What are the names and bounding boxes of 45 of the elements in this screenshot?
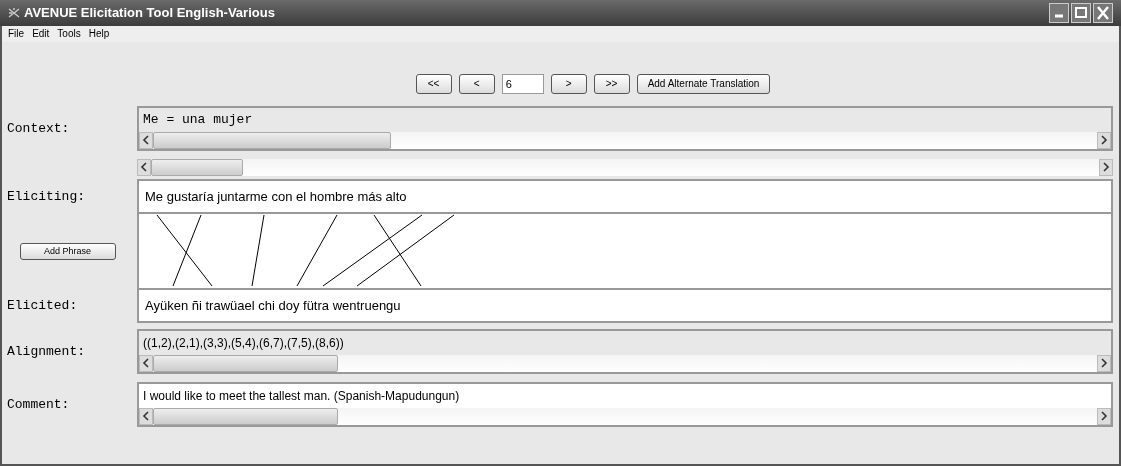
field-label: Alignment: [6, 342, 86, 361]
add-phrase-button[interactable]: Add Phrase [19, 242, 116, 260]
scroll-left-icon[interactable] [139, 132, 153, 149]
nav-button[interactable]: > [550, 74, 587, 94]
scroll-right-icon[interactable] [1097, 408, 1111, 425]
text-area[interactable]: ((1,2),(2,1),(3,3),(5,4),(6,7),(7,5),(8,6)) [137, 329, 1113, 374]
scroll-left-icon[interactable] [139, 355, 153, 372]
menu-item[interactable]: File [8, 29, 25, 39]
field-text: ((1,2),(2,1),(3,3),(5,4),(6,7),(7,5),(8,6)) [142, 335, 345, 352]
text-area[interactable]: Me = una mujer [137, 106, 1113, 151]
scroll-right-icon[interactable] [1097, 132, 1111, 149]
scroll-right-icon[interactable] [1099, 159, 1113, 176]
close-icon[interactable] [1093, 3, 1113, 23]
scroll-thumb[interactable] [153, 132, 391, 149]
minimize-icon[interactable] [1049, 3, 1069, 23]
menu-item[interactable]: Tools [57, 29, 81, 39]
window-title: AVENUE Elicitation Tool English-Various [24, 4, 276, 23]
scroll-right-icon[interactable] [1097, 355, 1111, 372]
field-label: Context: [6, 119, 71, 138]
field-label: Elicited: [6, 296, 79, 315]
horizontal-scrollbar[interactable] [137, 159, 1113, 176]
page-number-field[interactable]: 6 [501, 74, 544, 94]
nav-button[interactable]: >> [593, 74, 630, 94]
horizontal-scrollbar[interactable] [139, 408, 1111, 425]
horizontal-scrollbar[interactable] [139, 355, 1111, 372]
app-icon [8, 8, 20, 18]
scroll-left-icon[interactable] [139, 408, 153, 425]
scroll-thumb[interactable] [151, 159, 243, 176]
text-area[interactable]: I would like to meet the tallest man. (Spanish-Mapudungun) [137, 382, 1113, 427]
text-field[interactable]: Me gustaría juntarme con el hombre más alto [137, 179, 1113, 214]
menu-item[interactable]: Help [88, 29, 110, 39]
nav-button[interactable]: << [415, 74, 452, 94]
scroll-thumb[interactable] [153, 408, 338, 425]
menu-item[interactable]: Edit [32, 29, 50, 39]
field-label: Eliciting: [6, 187, 86, 206]
field-text: I would like to meet the tallest man. (Spanish-Mapudungun) [142, 388, 461, 405]
scroll-thumb[interactable] [153, 355, 338, 372]
horizontal-scrollbar[interactable] [139, 132, 1111, 149]
maximize-icon[interactable] [1071, 3, 1091, 23]
nav-button[interactable]: < [458, 74, 495, 94]
text-field[interactable]: Ayüken ñi trawüael chi doy fütra wentruengu [137, 288, 1113, 323]
add-translation-button[interactable]: Add Alternate Translation [636, 74, 771, 94]
field-text: Me = una mujer [142, 111, 254, 130]
scroll-left-icon[interactable] [137, 159, 151, 176]
field-label: Comment: [6, 395, 71, 414]
